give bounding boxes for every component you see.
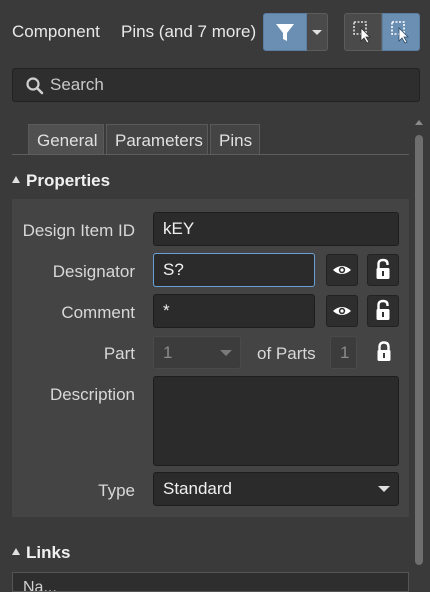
collapse-triangle-icon[interactable] [12,548,20,555]
description-label: Description [49,385,135,404]
eye-icon [333,307,351,315]
designator-field[interactable]: S? [153,253,315,287]
lock-icon [377,341,391,361]
links-column-name[interactable]: Na... [23,579,57,591]
pins-filter-summary: Pins (and 7 more) [121,22,257,41]
of-parts-label: of Parts [257,344,316,363]
links-section-title[interactable]: Links [26,543,70,563]
select-mode-button[interactable] [382,13,420,51]
type-label: Type [98,481,135,500]
filter-button[interactable] [263,13,307,51]
search-icon [26,77,44,95]
type-select[interactable]: Standard [153,472,399,506]
tab-parameters[interactable]: Parameters [106,124,208,155]
comment-lock-button[interactable] [367,295,399,327]
comment-label: Comment [61,303,135,322]
designator-lock-button[interactable] [367,254,399,286]
links-table-header: Na... [12,572,409,592]
select-cursor-icon [353,21,371,44]
tab-general[interactable]: General [28,124,104,155]
part-lock-button[interactable] [368,336,400,368]
designator-label: Designator [52,262,135,281]
chevron-down-icon [220,350,232,356]
unlock-icon [376,258,390,279]
scroll-up-arrow-icon[interactable] [414,118,424,126]
chevron-down-icon [312,30,322,35]
chevron-down-icon [378,486,390,492]
select-objects-button[interactable] [344,13,382,51]
design-item-id-label: Design Item ID [22,221,135,240]
filter-dropdown-button[interactable] [307,13,328,51]
search-placeholder: Search [50,75,104,94]
scrollbar-thumb[interactable] [415,135,423,565]
description-field[interactable] [153,376,399,466]
of-parts-value: 1 [330,336,357,369]
unlock-icon [376,299,390,320]
eye-icon [333,266,351,274]
properties-section-title[interactable]: Properties [26,171,110,191]
designator-visibility-button[interactable] [326,254,358,286]
select-arrow-icon [391,21,409,44]
part-label: Part [103,344,135,363]
filter-icon [276,24,294,41]
tab-divider [12,154,409,155]
comment-field[interactable]: * [153,294,315,328]
collapse-triangle-icon[interactable] [12,176,20,183]
comment-visibility-button[interactable] [326,295,358,327]
design-item-id-field[interactable]: kEY [153,212,399,246]
component-label: Component [12,22,100,41]
tab-pins[interactable]: Pins [210,124,260,155]
